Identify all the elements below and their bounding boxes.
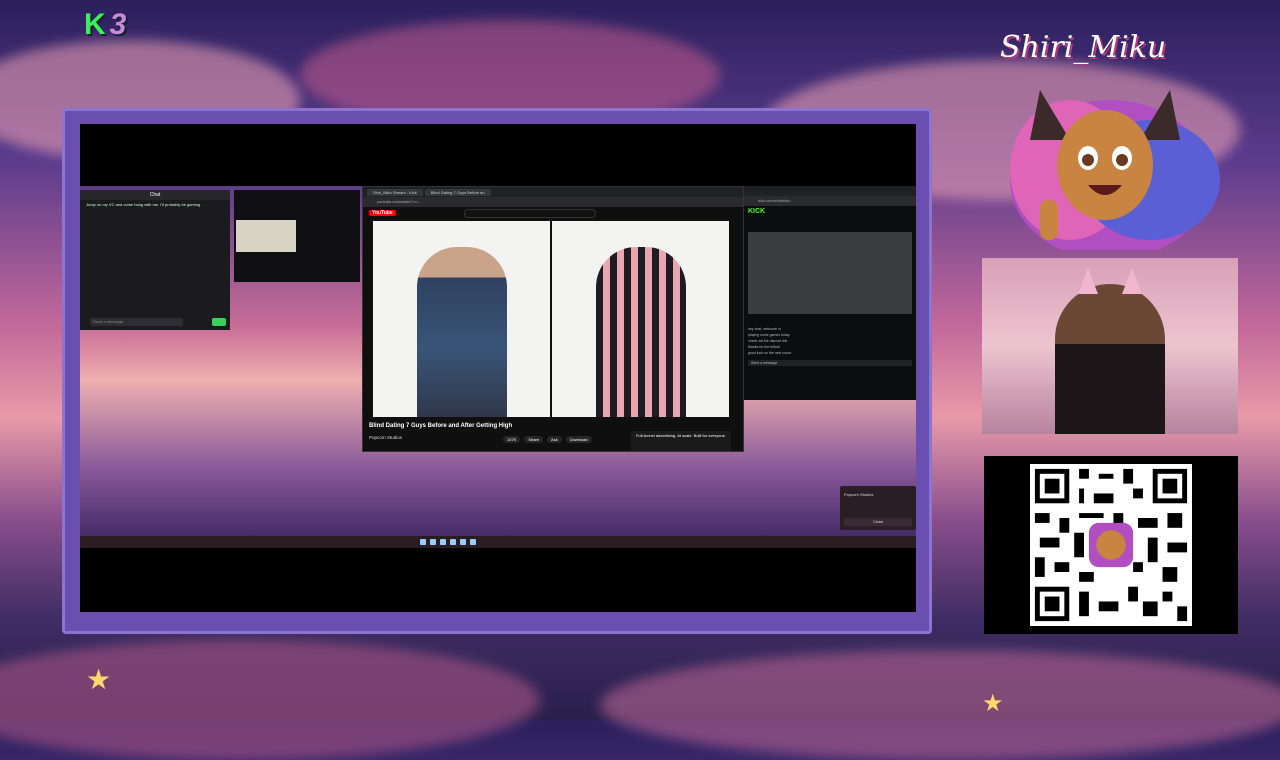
download-button[interactable]: Download	[565, 436, 592, 443]
video-player[interactable]	[373, 221, 731, 417]
notification-popup: Popcorn Studios Close	[840, 486, 916, 530]
background-cloud	[0, 640, 540, 760]
star-decoration: ★	[86, 664, 112, 695]
chat-message: Jump on my VC and come hang with me. I'l…	[86, 202, 202, 207]
ask-button[interactable]: Ask	[547, 436, 562, 443]
kick-logo[interactable]: KICK	[744, 206, 916, 217]
taskbar-app-icon[interactable]	[470, 539, 476, 545]
kick-chat-input[interactable]: Send a message	[748, 360, 912, 366]
kick-video[interactable]	[748, 232, 912, 314]
taskbar-app-icon[interactable]	[440, 539, 446, 545]
video-actions: 107K Share Ask Download	[503, 436, 592, 443]
kick-tab-bar	[744, 186, 916, 196]
qr-code[interactable]	[1030, 464, 1192, 626]
captured-screen: Chat Jump on my VC and come hang with me…	[80, 124, 916, 612]
channel-name[interactable]: Popcorn Studios	[369, 435, 402, 440]
streamer-figure	[1055, 284, 1165, 434]
person-figure	[595, 247, 686, 417]
video-panel-right	[552, 221, 729, 417]
start-icon[interactable]	[420, 539, 426, 545]
qr-code-panel	[984, 456, 1238, 634]
tab-bar: Shiri_Miku Stream - Kick Blind Dating 7 …	[363, 187, 743, 197]
browser-tab[interactable]: Shiri_Miku Stream - Kick	[367, 188, 423, 196]
like-button[interactable]: 107K	[503, 436, 521, 443]
youtube-logo[interactable]: YouTube	[369, 210, 396, 216]
chat-input[interactable]: Send a message	[90, 318, 183, 326]
channel-logo: K3	[84, 8, 127, 41]
taskbar-app-icon[interactable]	[430, 539, 436, 545]
browser-window: Shiri_Miku Stream - Kick Blind Dating 7 …	[362, 186, 744, 452]
chat-window: Chat Jump on my VC and come hang with me…	[80, 190, 230, 330]
share-button[interactable]: Share	[524, 436, 544, 443]
webcam-feed	[982, 258, 1238, 434]
taskbar	[80, 536, 916, 548]
preview-window	[234, 190, 360, 282]
streamer-avatar-art	[1010, 90, 1220, 250]
cat-ears-headset	[1078, 268, 1142, 294]
star-decoration: ★	[982, 690, 1004, 717]
background-cloud	[600, 650, 1280, 760]
chat-send-button[interactable]	[212, 318, 226, 326]
address-bar[interactable]: youtube.com/watch?v=...	[363, 197, 743, 207]
video-panel-left	[373, 221, 550, 417]
notification-close-button[interactable]: Close	[844, 518, 912, 526]
search-input[interactable]	[463, 208, 596, 218]
person-figure	[416, 247, 507, 417]
preview-thumbnail	[236, 220, 296, 252]
video-title: Blind Dating 7 Guys Before and After Get…	[369, 423, 513, 429]
kick-window: kick.com/shirimiku KICK hey chat, welcom…	[744, 186, 916, 400]
taskbar-app-icon[interactable]	[460, 539, 466, 545]
chat-header: Chat	[80, 190, 230, 200]
kick-chat-line: good luck on the next round	[748, 351, 792, 355]
youtube-header: YouTube	[363, 207, 743, 219]
browser-tab[interactable]: Blind Dating 7 Guys Before an	[424, 188, 491, 196]
ad-banner[interactable]: Full-funnel advertising. At scale. Built…	[631, 431, 731, 451]
kick-chat: hey chat, welcome in playing some games …	[748, 326, 912, 366]
streamer-name: Shiri_Miku	[1000, 30, 1167, 65]
notification-title: Popcorn Studios	[844, 492, 874, 497]
kick-address-bar[interactable]: kick.com/shirimiku	[744, 196, 916, 206]
taskbar-app-icon[interactable]	[450, 539, 456, 545]
